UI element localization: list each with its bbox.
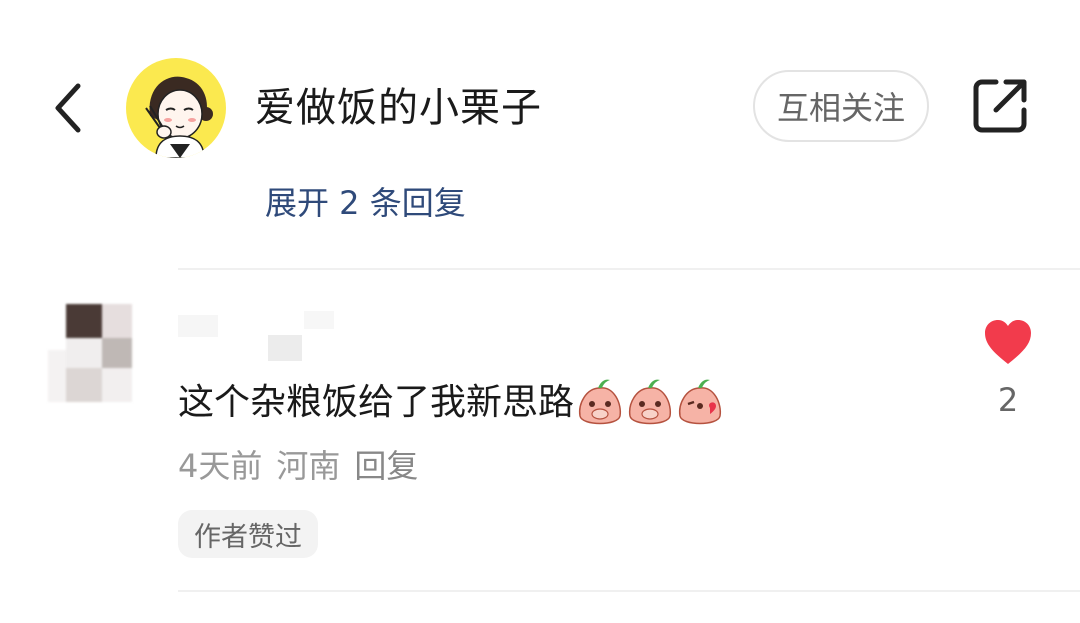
like-count: 2 bbox=[997, 381, 1019, 419]
mutual-follow-button[interactable]: 互相关注 bbox=[753, 70, 929, 142]
divider bbox=[178, 268, 1080, 270]
peach-cover-mouth-emoji-icon bbox=[628, 379, 672, 425]
comment-time: 4天前 bbox=[178, 447, 263, 485]
reply-button[interactable]: 回复 bbox=[354, 447, 418, 485]
share-icon[interactable] bbox=[970, 76, 1030, 136]
commenter-name-blurred[interactable] bbox=[178, 305, 338, 365]
heart-like-icon[interactable] bbox=[983, 318, 1033, 366]
peach-cover-mouth-emoji-icon bbox=[578, 379, 622, 425]
comment-meta: 4天前 河南 回复 bbox=[178, 444, 432, 488]
peach-kiss-emoji-icon bbox=[678, 379, 722, 425]
author-liked-badge: 作者赞过 bbox=[178, 510, 318, 558]
expand-replies-link[interactable]: 展开 2 条回复 bbox=[265, 178, 466, 228]
comment-text: 这个杂粮饭给了我新思路 bbox=[178, 382, 575, 423]
comment-text-row: 这个杂粮饭给了我新思路 bbox=[178, 376, 724, 430]
girl-cartoon-icon bbox=[145, 76, 213, 158]
comment-location: 河南 bbox=[276, 447, 341, 485]
author-avatar[interactable] bbox=[126, 58, 226, 158]
back-arrow-icon[interactable] bbox=[48, 78, 88, 138]
divider bbox=[178, 590, 1080, 592]
author-name[interactable]: 爱做饭的小栗子 bbox=[255, 78, 542, 138]
commenter-avatar[interactable] bbox=[46, 300, 136, 408]
